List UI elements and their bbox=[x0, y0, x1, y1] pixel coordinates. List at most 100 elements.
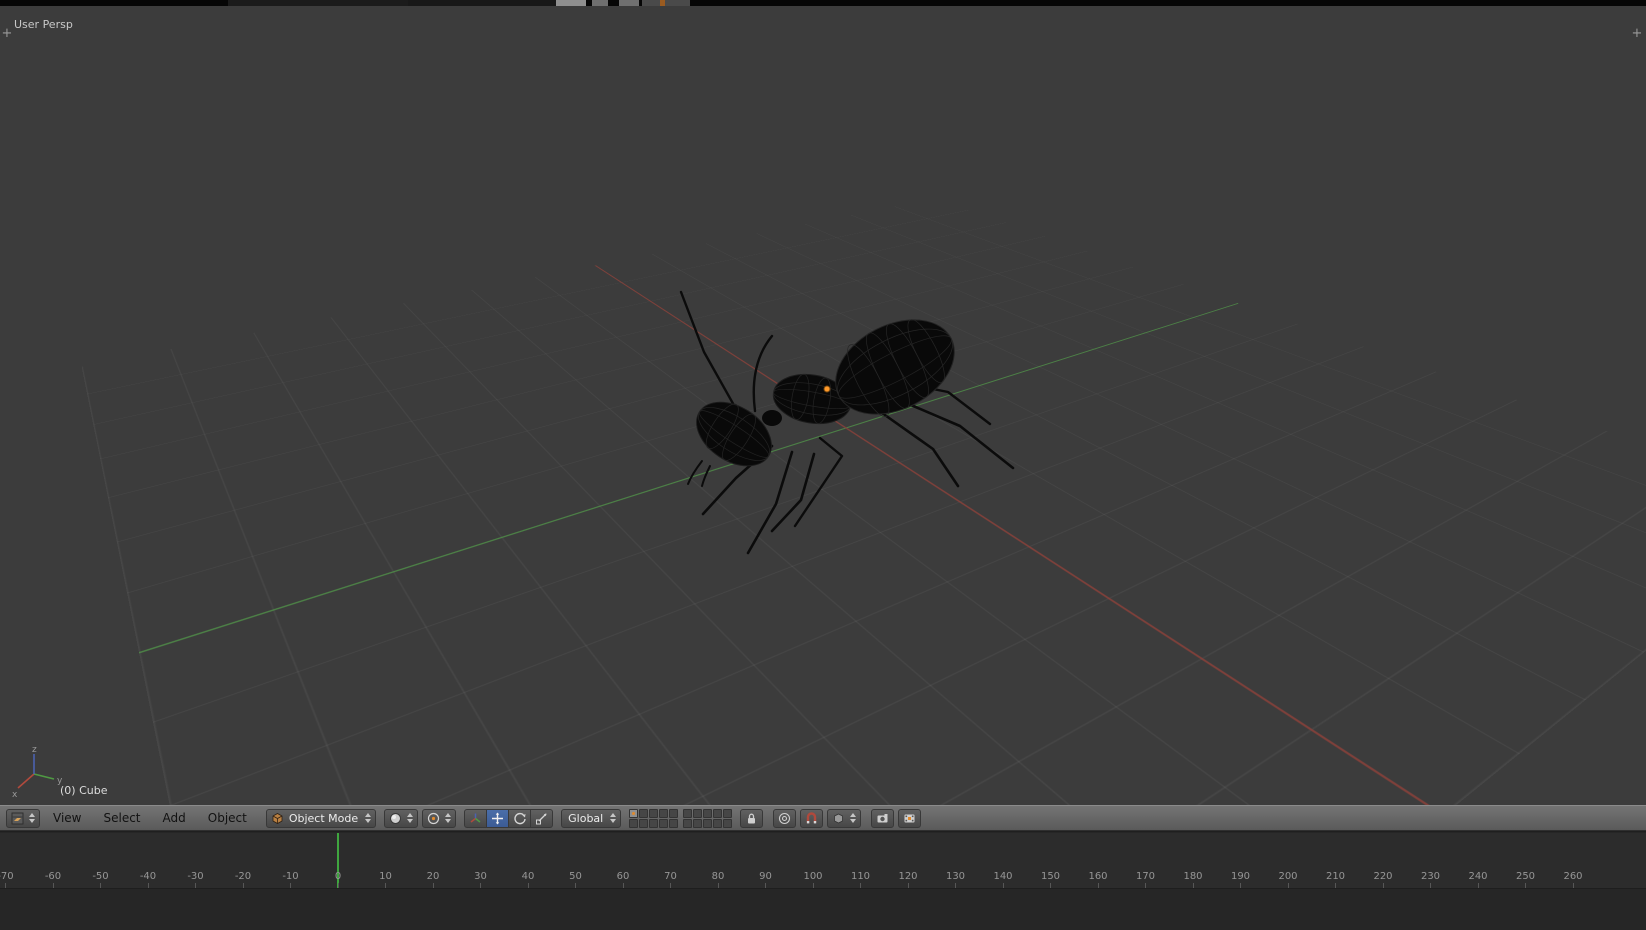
pivot-point-dropdown[interactable] bbox=[422, 808, 457, 828]
editor-type-dropdown[interactable] bbox=[6, 808, 40, 828]
chevron-updown-icon bbox=[445, 813, 451, 823]
manipulator-scale-button[interactable] bbox=[531, 808, 554, 828]
layer-toggle-8[interactable] bbox=[649, 818, 659, 828]
mode-dropdown[interactable]: Object Mode bbox=[265, 808, 377, 828]
ruler-tick bbox=[1430, 883, 1431, 888]
manipulator-translate-button[interactable] bbox=[487, 808, 510, 828]
editor-type-3d-view-icon bbox=[11, 812, 24, 824]
lock-icon bbox=[748, 813, 756, 823]
layer-toggle-4[interactable] bbox=[659, 808, 669, 818]
frame-number-label: 100 bbox=[803, 871, 823, 882]
frame-number-label: -70 bbox=[0, 871, 14, 882]
lock-to-scene-button[interactable] bbox=[740, 808, 764, 828]
layer-toggle-5[interactable] bbox=[669, 808, 679, 818]
opengl-render-anim-button[interactable] bbox=[898, 808, 922, 828]
mini-axis-gizmo: x y z bbox=[12, 745, 63, 800]
layer-toggle-18[interactable] bbox=[703, 818, 713, 828]
manipulator-axis-button[interactable] bbox=[464, 808, 488, 828]
ruler-tick bbox=[5, 883, 6, 888]
frame-number-label: 230 bbox=[1420, 871, 1441, 882]
transform-orientation-dropdown[interactable]: Global bbox=[561, 808, 622, 828]
chevron-updown-icon bbox=[407, 813, 413, 823]
frame-number-label: 40 bbox=[521, 871, 535, 882]
object-origin-dot bbox=[823, 385, 831, 393]
layer-toggle-3[interactable] bbox=[649, 808, 659, 818]
proportional-editing-dropdown[interactable] bbox=[773, 808, 797, 828]
ant-wireframe-model[interactable] bbox=[600, 246, 1080, 586]
frame-number-label: -20 bbox=[234, 871, 252, 882]
frame-number-label: 130 bbox=[945, 871, 966, 882]
frame-number-label: 180 bbox=[1183, 871, 1203, 882]
ruler-tick bbox=[480, 883, 481, 888]
gizmo-y-label: y bbox=[57, 776, 63, 786]
viewport-shading-dropdown[interactable] bbox=[384, 808, 419, 828]
menu-select[interactable]: Select bbox=[94, 811, 149, 825]
viewport-shading-sphere-icon bbox=[390, 812, 402, 824]
ruler-tick bbox=[622, 883, 624, 888]
manipulator-rotate-button[interactable] bbox=[509, 808, 532, 828]
snap-element-dropdown[interactable] bbox=[827, 808, 862, 828]
layer-toggle-9[interactable] bbox=[659, 818, 669, 828]
frame-number-label: 150 bbox=[1040, 871, 1061, 882]
frame-number-label: 140 bbox=[993, 871, 1013, 882]
layer-toggle-20[interactable] bbox=[723, 818, 733, 828]
layer-toggle-11[interactable] bbox=[683, 808, 693, 818]
chevron-updown-icon bbox=[365, 813, 371, 823]
timeline-editor[interactable]: -70 -60 -50 -40 -30 -20 -10 0 10 20 30 40 50 60 70 80 90… bbox=[0, 831, 1646, 930]
layer-toggle-7[interactable] bbox=[639, 818, 649, 828]
frame-number-label: 70 bbox=[664, 871, 677, 882]
toolshelf-expand-handle[interactable]: + bbox=[1, 27, 13, 40]
ruler-tick bbox=[1097, 883, 1099, 888]
view-perspective-label: User Persp bbox=[14, 18, 73, 31]
menu-view[interactable]: View bbox=[44, 811, 90, 825]
ruler-tick bbox=[1572, 883, 1574, 888]
scale-icon bbox=[536, 813, 547, 824]
layer-toggle-10[interactable] bbox=[669, 818, 679, 828]
frame-number-label: 60 bbox=[616, 871, 630, 882]
layer-toggle-15[interactable] bbox=[723, 808, 733, 818]
object-mode-cube-icon bbox=[272, 812, 283, 824]
frame-number-label: 210 bbox=[1325, 871, 1346, 882]
layer-toggle-12[interactable] bbox=[693, 808, 703, 818]
ruler-tick bbox=[1525, 883, 1526, 888]
frame-number-label: -50 bbox=[92, 871, 109, 882]
frame-number-label: 50 bbox=[569, 871, 582, 882]
layer-toggle-16[interactable] bbox=[683, 818, 693, 828]
frame-number-label: 260 bbox=[1563, 871, 1583, 882]
ruler-tick bbox=[1240, 883, 1241, 888]
mode-label: Object Mode bbox=[288, 811, 359, 825]
ruler-tick bbox=[907, 883, 909, 888]
layer-block bbox=[629, 808, 679, 828]
layer-toggle-14[interactable] bbox=[713, 808, 723, 818]
opengl-render-anim-icon bbox=[904, 814, 915, 822]
layer-toggle-17[interactable] bbox=[693, 818, 703, 828]
frame-number-label: 200 bbox=[1278, 871, 1298, 882]
manipulator-axis-icon bbox=[470, 813, 481, 823]
frame-number-label: 220 bbox=[1373, 871, 1393, 882]
properties-expand-handle[interactable]: + bbox=[1631, 27, 1643, 40]
ruler-tick bbox=[955, 883, 956, 888]
layer-toggle-1[interactable] bbox=[629, 808, 639, 818]
ruler-tick bbox=[100, 883, 101, 888]
viewport-3d[interactable]: User Persp (0) Cube + + x y z bbox=[0, 6, 1646, 805]
opengl-render-still-button[interactable] bbox=[871, 808, 895, 828]
rotate-icon bbox=[514, 812, 526, 824]
timeline-ruler[interactable]: -70 -60 -50 -40 -30 -20 -10 0 10 20 30 40 50 60 70 80 90… bbox=[0, 833, 1646, 889]
layer-block bbox=[683, 808, 733, 828]
ruler-tick bbox=[290, 883, 291, 888]
layer-toggle-2[interactable] bbox=[639, 808, 649, 818]
menu-object[interactable]: Object bbox=[199, 811, 256, 825]
frame-number-label: -10 bbox=[282, 871, 299, 882]
layer-toggle-19[interactable] bbox=[713, 818, 723, 828]
snap-toggle-button[interactable] bbox=[800, 808, 824, 828]
layer-toggle-13[interactable] bbox=[703, 808, 713, 818]
ruler-tick bbox=[385, 883, 386, 888]
ruler-tick bbox=[765, 883, 766, 888]
menu-add[interactable]: Add bbox=[154, 811, 195, 825]
frame-number-label: 110 bbox=[850, 871, 871, 882]
frame-number-label: 10 bbox=[379, 871, 392, 882]
layer-toggle-6[interactable] bbox=[629, 818, 639, 828]
frame-number-label: 250 bbox=[1515, 871, 1536, 882]
frame-number-label: -60 bbox=[44, 871, 62, 882]
frame-number-label: 80 bbox=[711, 871, 725, 882]
